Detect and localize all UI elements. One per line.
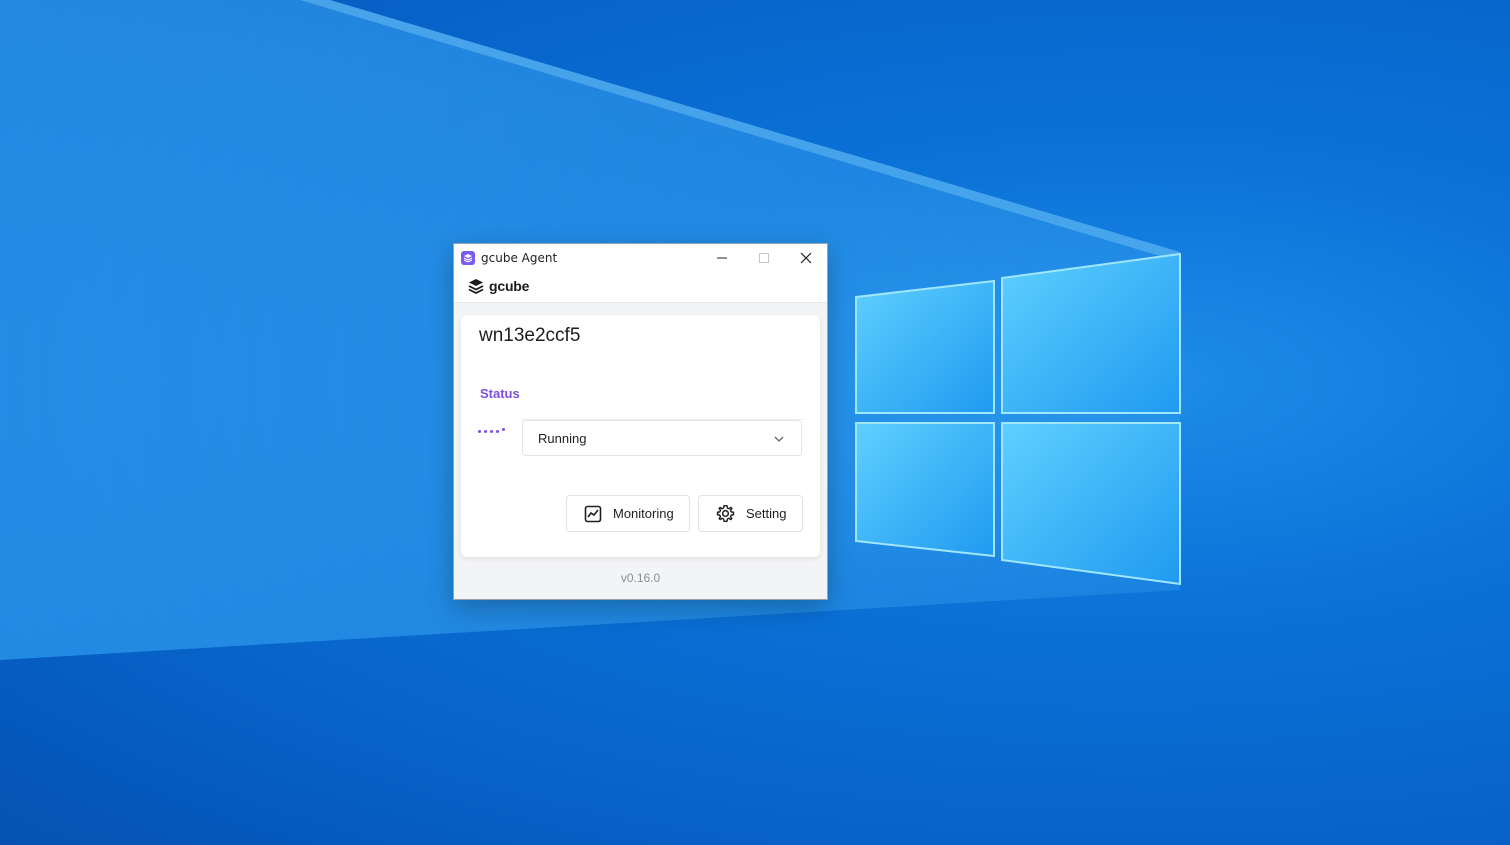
maximize-icon [759,253,769,263]
chevron-down-icon [774,436,784,442]
monitoring-button[interactable]: Monitoring [566,495,690,532]
gcube-agent-window: gcube Agent gcube wn13e2ccf5 Status Runn… [453,243,828,600]
maximize-button[interactable] [743,244,785,272]
status-label: Status [480,386,520,401]
layers-icon [468,279,484,295]
status-dropdown[interactable]: Running [522,420,802,456]
minimize-icon [717,257,727,259]
status-value: Running [538,431,587,446]
minimize-button[interactable] [701,244,743,272]
brand-logo: gcube [467,277,529,295]
setting-button[interactable]: Setting [698,495,803,532]
monitoring-label: Monitoring [613,506,674,521]
close-button[interactable] [785,244,827,272]
brand-name: gcube [489,278,530,294]
version-label: v0.16.0 [620,571,661,585]
chart-line-icon [584,505,602,523]
title-bar[interactable]: gcube Agent [454,244,827,272]
close-icon [800,252,812,264]
app-header: gcube [454,272,827,303]
gear-icon [716,504,735,523]
agent-name: wn13e2ccf5 [479,325,581,346]
agent-card: wn13e2ccf5 Status Running Monitoring Set… [461,315,820,557]
setting-label: Setting [746,506,787,521]
window-title: gcube Agent [481,251,558,265]
gcube-app-icon [461,251,475,265]
status-indicator [478,428,505,433]
